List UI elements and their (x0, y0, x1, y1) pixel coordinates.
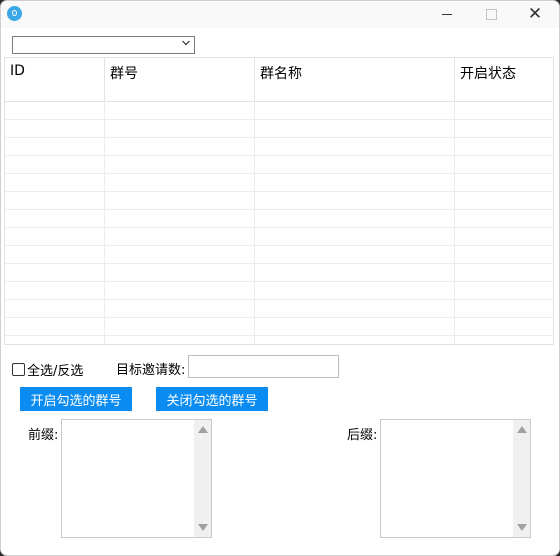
empty-row-line (5, 299, 553, 300)
empty-row-line (5, 173, 553, 174)
empty-row-line (5, 137, 553, 138)
group-table[interactable]: ID 群号 群名称 开启状态 (4, 57, 554, 345)
prefix-label: 前缀: (28, 428, 59, 443)
select-all-label: 全选/反选 (27, 364, 84, 379)
column-header-group-name[interactable]: 群名称 (255, 58, 455, 101)
select-all-checkbox[interactable] (12, 363, 25, 376)
group-filter-dropdown[interactable] (12, 36, 195, 54)
empty-row-line (5, 281, 553, 282)
target-invites-input[interactable] (188, 355, 339, 378)
scroll-down-icon[interactable] (198, 524, 208, 531)
empty-row-line (5, 209, 553, 210)
suffix-label: 后缀: (347, 428, 378, 443)
disable-selected-groups-button[interactable]: 关闭勾选的群号 (156, 387, 268, 411)
column-header-group-number[interactable]: 群号 (105, 58, 255, 101)
empty-row-line (5, 317, 553, 318)
column-header-enabled-status[interactable]: 开启状态 (455, 58, 553, 101)
empty-row-line (5, 335, 553, 336)
scroll-up-icon[interactable] (198, 426, 208, 433)
column-header-id[interactable]: ID (5, 58, 105, 101)
empty-row-line (5, 191, 553, 192)
prefix-textarea[interactable] (61, 419, 212, 538)
enable-selected-groups-button[interactable]: 开启勾选的群号 (20, 387, 132, 411)
prefix-scrollbar[interactable] (194, 420, 211, 537)
maximize-icon (485, 9, 497, 20)
scroll-down-icon[interactable] (517, 524, 527, 531)
chevron-down-icon (182, 40, 190, 46)
empty-row-line (5, 227, 553, 228)
close-icon: ✕ (527, 4, 543, 24)
maximize-button[interactable] (469, 1, 513, 28)
suffix-textarea[interactable] (380, 419, 531, 538)
title-bar[interactable]: ✕ (1, 1, 559, 28)
app-logo-icon (7, 6, 22, 21)
select-all-toggle[interactable]: 全选/反选 (12, 360, 83, 379)
empty-row-line (5, 245, 553, 246)
empty-row-line (5, 155, 553, 156)
minimize-button[interactable] (425, 1, 469, 28)
table-header: ID 群号 群名称 开启状态 (5, 58, 553, 102)
scroll-up-icon[interactable] (517, 426, 527, 433)
minimize-icon (442, 14, 452, 15)
empty-row-line (5, 263, 553, 264)
target-invites-label: 目标邀请数: (116, 363, 186, 378)
empty-row-line (5, 119, 553, 120)
close-button[interactable]: ✕ (513, 1, 557, 28)
main-window: ✕ ID 群号 群名称 开启状态 全选/反选 目标邀请数: 开启勾选的群号 关闭… (0, 0, 560, 556)
suffix-scrollbar[interactable] (513, 420, 530, 537)
